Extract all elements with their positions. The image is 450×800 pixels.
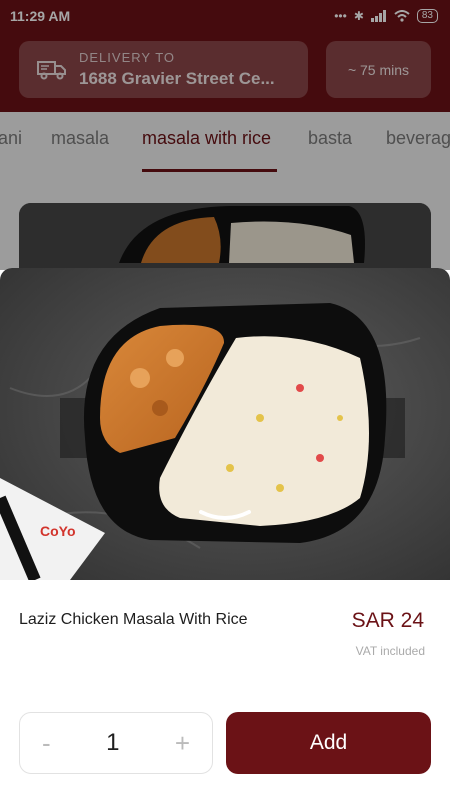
add-to-cart-button[interactable]: Add bbox=[226, 712, 431, 774]
modal-overlay[interactable] bbox=[0, 0, 450, 270]
vat-note: VAT included bbox=[355, 644, 425, 658]
product-detail-sheet: CoYo Laziz Chicken Masala With Rice SAR … bbox=[0, 268, 450, 800]
napkin-logo: CoYo bbox=[40, 523, 76, 539]
product-price: SAR 24 bbox=[351, 609, 424, 632]
quantity-stepper: - 1 + bbox=[19, 712, 213, 774]
quantity-value: 1 bbox=[106, 729, 120, 756]
product-image: CoYo bbox=[0, 268, 450, 580]
drag-handle-icon[interactable] bbox=[197, 506, 253, 522]
decrease-quantity-button[interactable]: - bbox=[42, 728, 51, 759]
increase-quantity-button[interactable]: + bbox=[175, 728, 190, 759]
product-name: Laziz Chicken Masala With Rice bbox=[19, 611, 248, 628]
